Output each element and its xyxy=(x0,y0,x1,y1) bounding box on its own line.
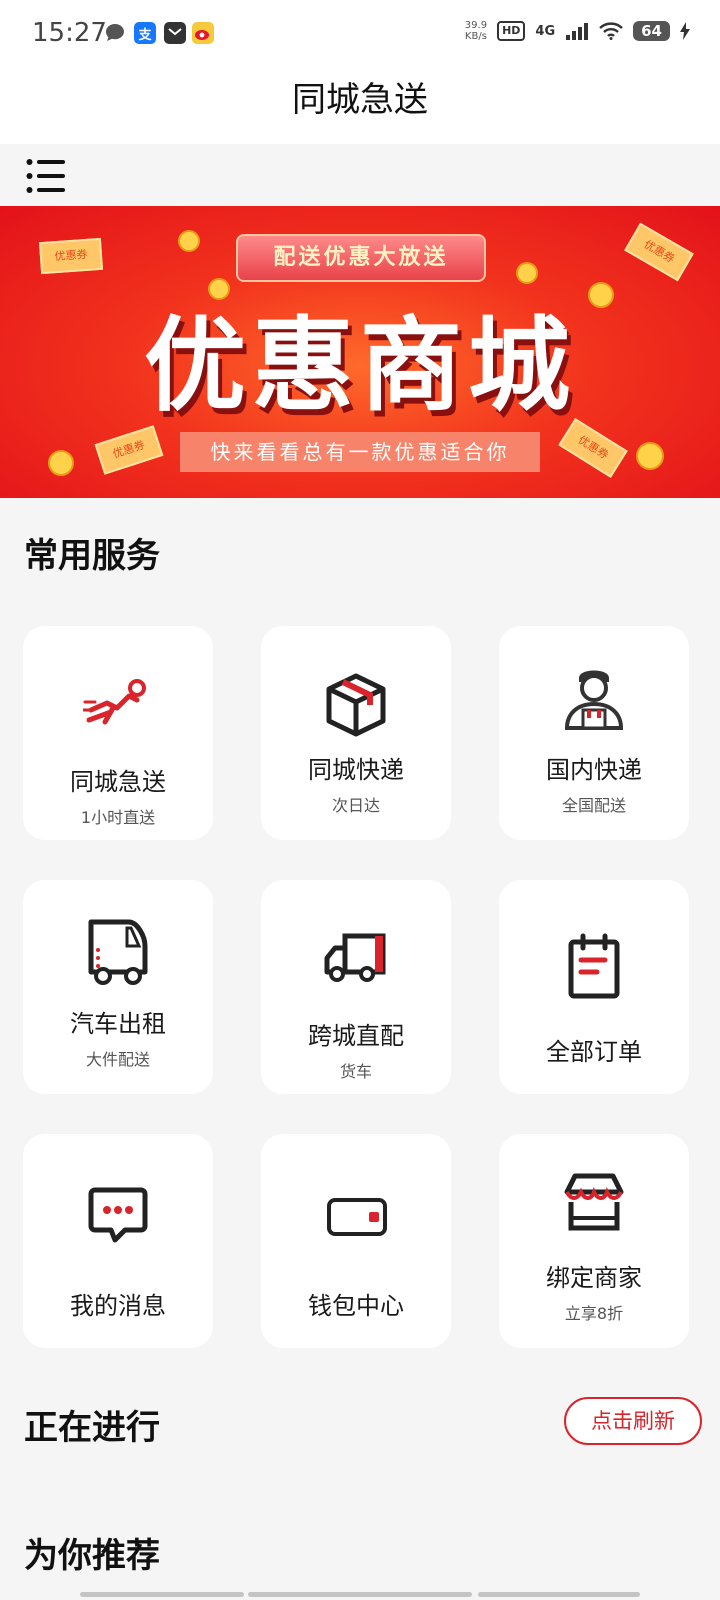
banner-subline: 快来看看总有一款优惠适合你 xyxy=(180,432,540,472)
service-sublabel: 大件配送 xyxy=(85,1050,150,1069)
service-card-bind-merchant[interactable]: 绑定商家 立享8折 xyxy=(499,1134,689,1348)
status-time: 15:27 xyxy=(32,18,107,48)
coin-decoration xyxy=(516,262,538,284)
bottom-indicator xyxy=(248,1592,472,1597)
charging-icon xyxy=(680,22,690,40)
wallet-icon xyxy=(327,1198,387,1236)
refresh-button[interactable]: 点击刷新 xyxy=(564,1397,702,1445)
title-bar: 同城急送 xyxy=(0,70,720,144)
message-icon xyxy=(88,1187,148,1243)
runner-icon xyxy=(83,679,146,725)
coupon-decoration: 优惠券 xyxy=(624,222,694,282)
courier-icon xyxy=(564,670,624,730)
ongoing-section-title: 正在进行 xyxy=(24,1408,160,1448)
coin-decoration xyxy=(178,230,200,252)
chat-bubble-icon xyxy=(104,22,126,44)
net-speed: 39.9 KB/s xyxy=(464,20,488,42)
package-box-icon xyxy=(326,673,386,737)
service-label: 全部订单 xyxy=(546,1038,642,1066)
banner-headline: 优惠商城 xyxy=(144,307,576,426)
service-card-same-city-courier[interactable]: 同城快递 次日达 xyxy=(261,626,451,840)
page-title: 同城急送 xyxy=(292,80,428,120)
weibo-icon xyxy=(192,22,214,44)
service-card-wallet-center[interactable]: 钱包中心 xyxy=(261,1134,451,1348)
network-type: 4G xyxy=(535,23,556,39)
service-label: 国内快递 xyxy=(546,756,642,784)
service-label: 汽车出租 xyxy=(70,1010,166,1038)
service-label: 同城急送 xyxy=(70,768,166,796)
coin-decoration xyxy=(48,450,74,476)
hd-badge: HD xyxy=(497,21,526,41)
service-card-intercity-delivery[interactable]: 跨城直配 货车 xyxy=(261,880,451,1094)
banner-tag: 配送优惠大放送 xyxy=(236,234,486,282)
toolbar xyxy=(0,144,720,206)
service-label: 钱包中心 xyxy=(308,1292,404,1320)
service-sublabel: 全国配送 xyxy=(561,796,626,815)
bottom-indicator xyxy=(80,1592,244,1597)
service-sublabel: 次日达 xyxy=(331,796,380,815)
van-icon xyxy=(88,919,148,985)
status-bar: 15:27 支 39.9 KB/s HD 4G 64 xyxy=(0,0,720,70)
service-card-car-rental[interactable]: 汽车出租 大件配送 xyxy=(23,880,213,1094)
service-label: 同城快递 xyxy=(308,756,404,784)
shop-icon xyxy=(564,1173,624,1231)
service-sublabel: 货车 xyxy=(339,1062,372,1081)
coupon-decoration: 优惠券 xyxy=(94,425,164,475)
service-label: 跨城直配 xyxy=(308,1022,404,1050)
bottom-indicator xyxy=(478,1592,640,1597)
service-sublabel: 立享8折 xyxy=(564,1304,624,1323)
recommend-section-title: 为你推荐 xyxy=(24,1536,160,1576)
service-sublabel: 1小时直送 xyxy=(80,808,156,827)
service-card-same-city-express[interactable]: 同城急送 1小时直送 xyxy=(23,626,213,840)
coupon-decoration: 优惠券 xyxy=(38,237,104,275)
wifi-icon xyxy=(599,22,623,40)
battery-level: 64 xyxy=(633,21,670,41)
menu-list-icon[interactable] xyxy=(26,158,66,194)
service-card-all-orders[interactable]: 全部订单 xyxy=(499,880,689,1094)
truck-icon xyxy=(324,933,386,982)
signal-icon xyxy=(566,23,589,40)
coin-decoration xyxy=(636,442,664,470)
promo-banner[interactable]: 优惠券 优惠券 优惠券 优惠券 配送优惠大放送 优惠商城 快来看看总有一款优惠适… xyxy=(0,206,720,498)
service-card-domestic-express[interactable]: 国内快递 全国配送 xyxy=(499,626,689,840)
service-label: 绑定商家 xyxy=(546,1264,642,1292)
alipay-icon: 支 xyxy=(134,22,156,44)
service-label: 我的消息 xyxy=(70,1292,166,1320)
service-card-my-messages[interactable]: 我的消息 xyxy=(23,1134,213,1348)
services-section-title: 常用服务 xyxy=(24,536,160,576)
clipboard-icon xyxy=(568,933,620,999)
status-indicators: 39.9 KB/s HD 4G 64 xyxy=(465,20,690,42)
mail-app-icon xyxy=(164,22,186,44)
